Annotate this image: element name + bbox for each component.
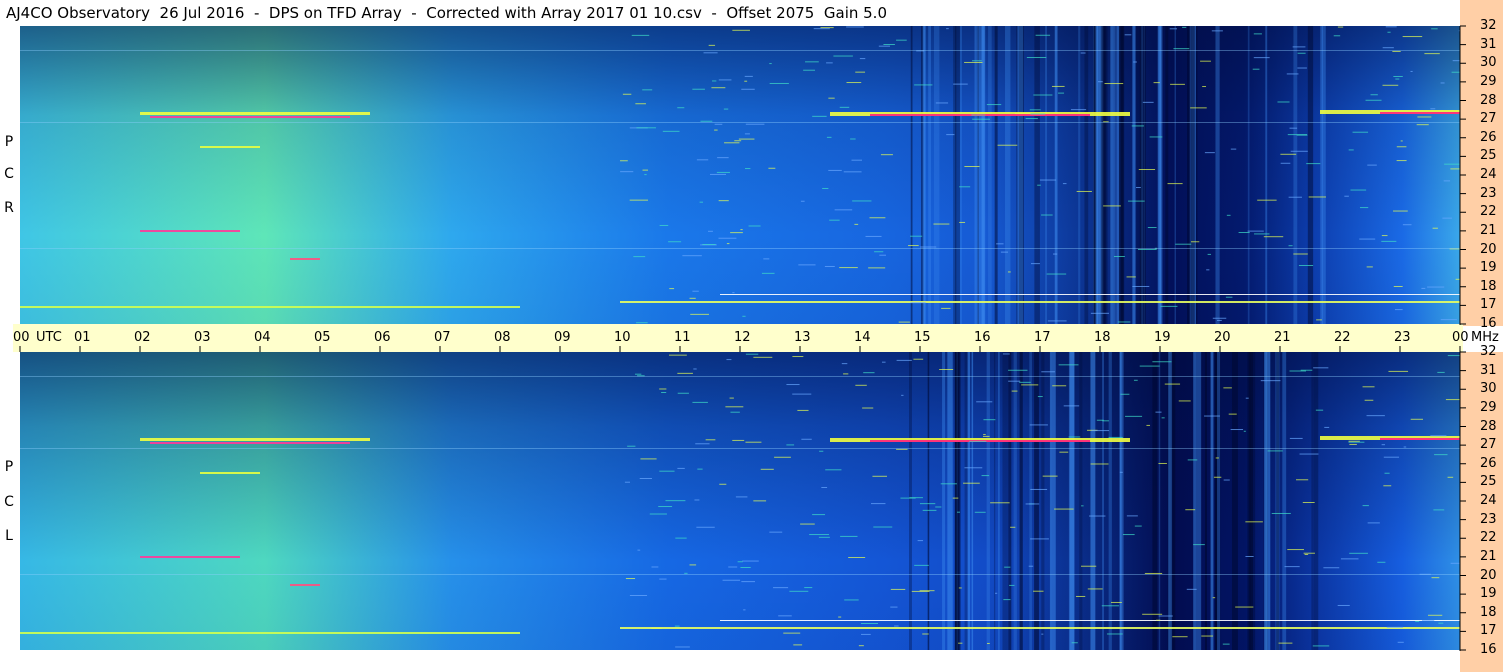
axis-lines bbox=[19, 25, 1466, 651]
